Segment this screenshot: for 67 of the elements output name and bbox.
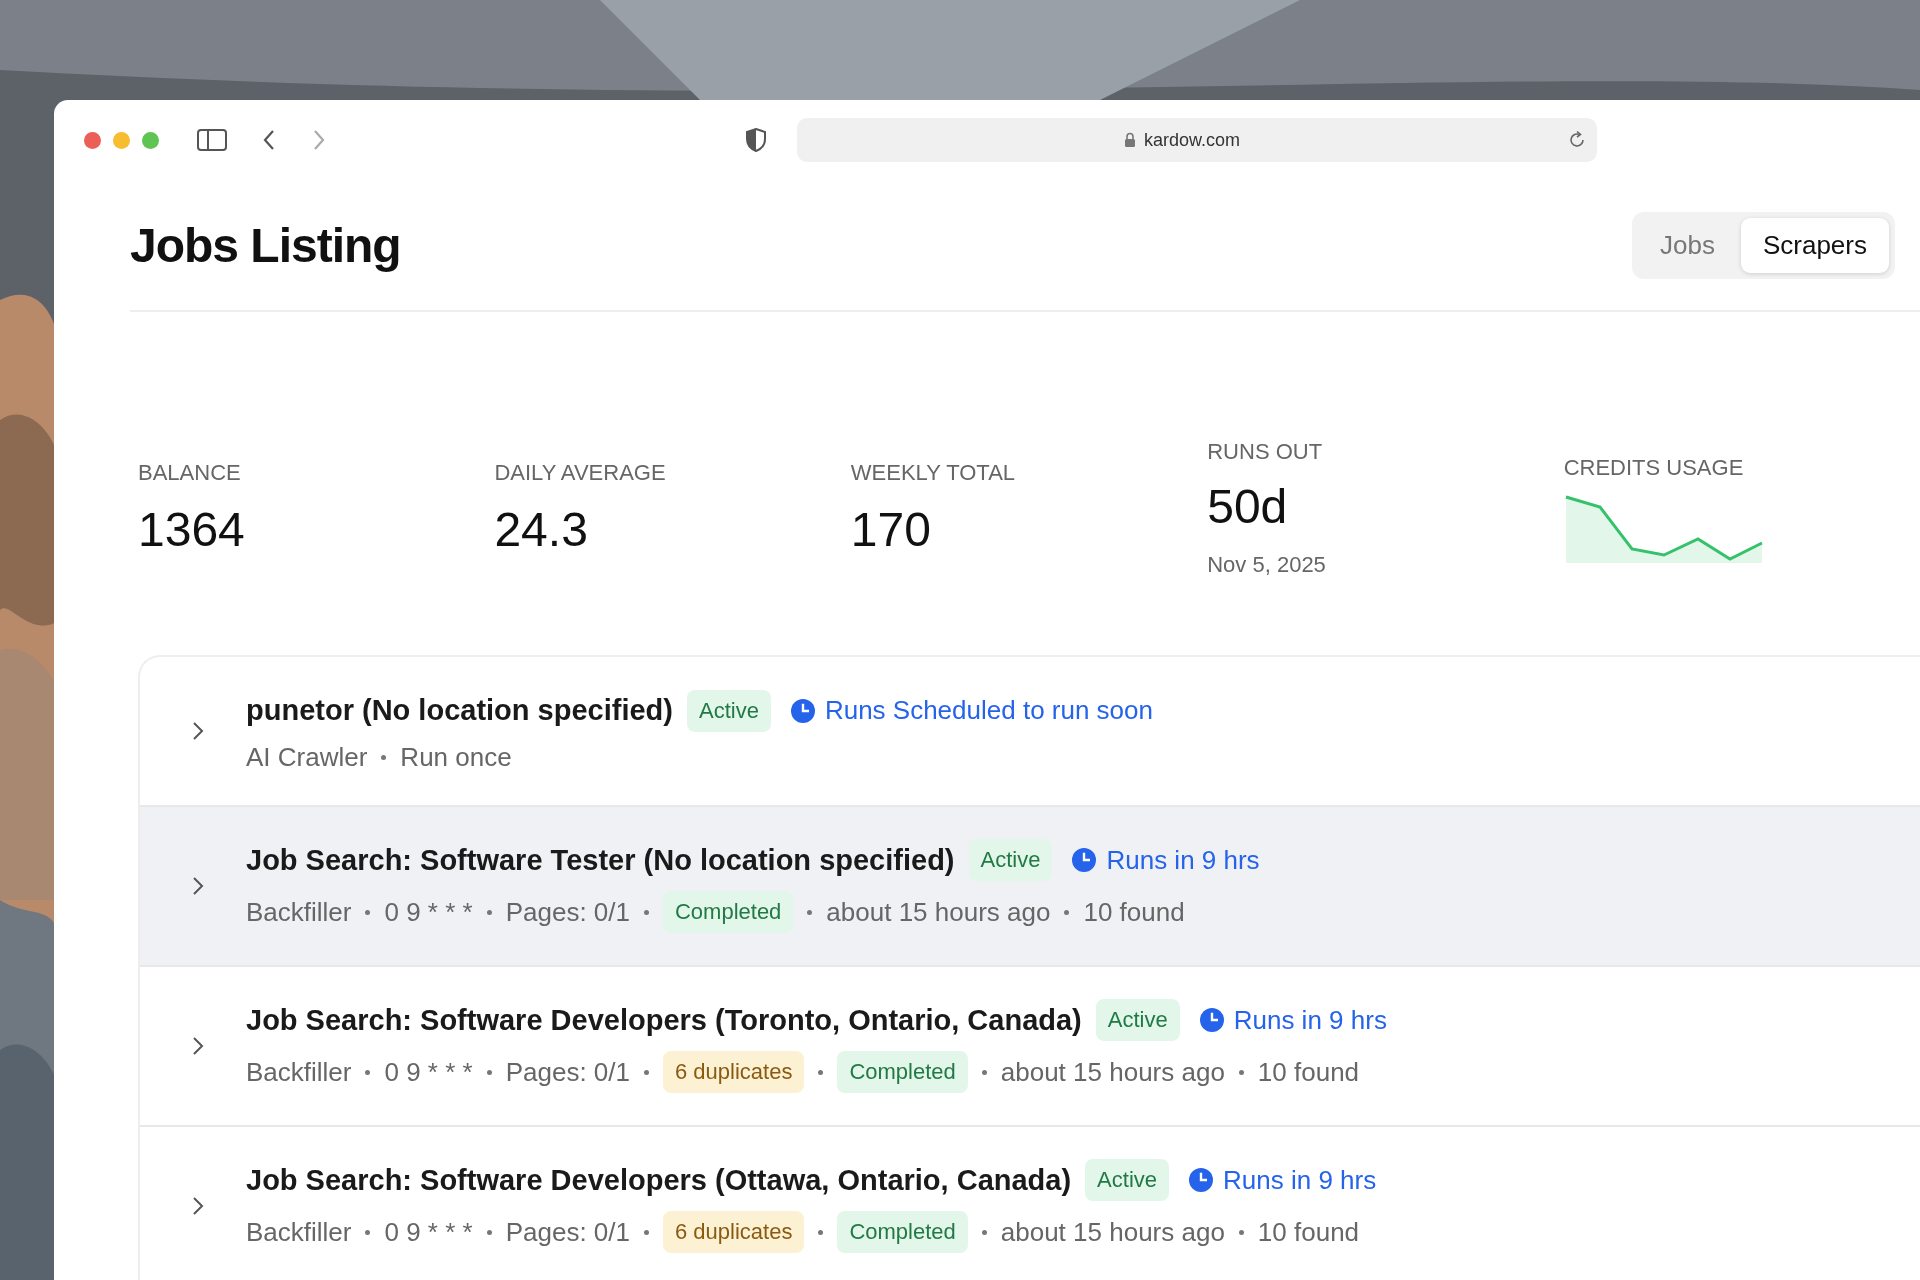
meta-text: about 15 hours ago — [1000, 1056, 1225, 1088]
shield-icon[interactable] — [745, 128, 767, 152]
scraper-row[interactable]: Job Search: Software Developers (Ottawa, Ontario, Canada) Active Runs in 9 hrs Backfiller 0 9 * * * Pages: 0/1 6 duplicates Completed about 15 hours ago 10 found — [140, 1125, 1920, 1280]
meta-text: Backfiller — [246, 896, 352, 928]
meta-text: about 15 hours ago — [1000, 1216, 1225, 1248]
scraper-title: Job Search: Software Tester (No location specified) — [246, 843, 955, 877]
clock-icon — [790, 698, 815, 723]
status-badge: Active — [686, 689, 771, 732]
tab[interactable]: Scrapers — [1740, 217, 1889, 273]
scraper-title: punetor (No location specified) — [246, 694, 673, 727]
scraper-row[interactable]: Job Search: Software Tester (No location specified) Active Runs in 9 hrs Backfiller 0 9 * * * Pages: 0/1 Completed about 15 hours ago 10 found — [140, 805, 1920, 965]
status-badge: Completed — [837, 1051, 968, 1093]
status-badge: Completed — [837, 1211, 968, 1253]
duplicates-badge: 6 duplicates — [662, 1211, 805, 1253]
stat-label: DAILY AVERAGE — [494, 460, 667, 486]
stat-label: WEEKLY TOTAL — [850, 460, 1017, 486]
stat-value: 1364 — [138, 502, 246, 557]
meta-text: 10 found — [1257, 1056, 1360, 1088]
reload-icon[interactable] — [1567, 130, 1587, 150]
stat-note: Nov 5, 2025 — [1207, 552, 1327, 578]
duplicates-badge: 6 duplicates — [662, 1051, 805, 1093]
back-icon[interactable] — [263, 129, 275, 151]
scraper-title: Job Search: Software Developers (Toronto, Ontario, Canada) — [246, 1003, 1082, 1037]
lock-icon — [1123, 132, 1136, 148]
schedule-text: Runs in 9 hrs — [1106, 844, 1260, 876]
scraper-row[interactable]: Job Search: Software Developers (Toronto, Ontario, Canada) Active Runs in 9 hrs Backfiller 0 9 * * * Pages: 0/1 6 duplicates Completed about 15 hours ago 10 found — [140, 965, 1920, 1125]
page-title: Jobs Listing — [130, 217, 401, 273]
stat-label: CREDITS USAGE — [1563, 454, 1745, 481]
chevron-icon[interactable] — [192, 1196, 204, 1216]
meta-text: AI Crawler — [246, 741, 368, 773]
meta-text: 0 9 * * * — [384, 1216, 473, 1248]
meta-text: 0 9 * * * — [384, 1056, 473, 1088]
scraper-row[interactable]: punetor (No location specified) Active Runs Scheduled to run soon AI Crawler Run once — [140, 657, 1920, 805]
clock-icon — [1199, 1008, 1224, 1032]
url-text: kardow.com — [1143, 129, 1240, 151]
meta-text: Backfiller — [246, 1216, 352, 1248]
stat-value: 50d — [1207, 479, 1289, 534]
schedule-text: Runs in 9 hrs — [1233, 1004, 1387, 1036]
stat-value: 24.3 — [494, 502, 589, 557]
stat-label: BALANCE — [138, 460, 242, 486]
chevron-icon[interactable] — [192, 876, 204, 896]
meta-text: 0 9 * * * — [384, 896, 473, 928]
meta-text: Pages: 0/1 — [505, 1216, 630, 1248]
meta-text: 10 found — [1257, 1216, 1360, 1248]
schedule-text: Runs in 9 hrs — [1223, 1164, 1377, 1196]
tab[interactable]: Jobs — [1638, 217, 1737, 273]
meta-text: 10 found — [1083, 896, 1185, 928]
chevron-icon[interactable] — [192, 1036, 204, 1056]
status-badge: Active — [1085, 1159, 1170, 1201]
meta-text: about 15 hours ago — [826, 896, 1051, 928]
sidebar-icon[interactable] — [197, 129, 227, 151]
chevron-icon[interactable] — [192, 721, 204, 741]
clock-icon — [1072, 848, 1097, 872]
meta-text: Pages: 0/1 — [505, 1056, 630, 1088]
scraper-title: Job Search: Software Developers (Ottawa, Ontario, Canada) — [246, 1163, 1072, 1197]
status-badge: Active — [1095, 999, 1180, 1041]
schedule-text: Runs Scheduled to run soon — [824, 695, 1153, 726]
stat-value: 170 — [850, 502, 932, 557]
status-badge: Completed — [662, 891, 794, 933]
meta-text: Run once — [400, 741, 512, 773]
meta-text: Pages: 0/1 — [505, 896, 630, 928]
stat-label: RUNS OUT — [1207, 439, 1324, 465]
close-button[interactable] — [84, 131, 101, 149]
status-badge: Active — [968, 839, 1053, 881]
clock-icon — [1189, 1168, 1214, 1192]
address-bar[interactable]: kardow.com — [797, 118, 1597, 162]
meta-text: Backfiller — [246, 1056, 352, 1088]
